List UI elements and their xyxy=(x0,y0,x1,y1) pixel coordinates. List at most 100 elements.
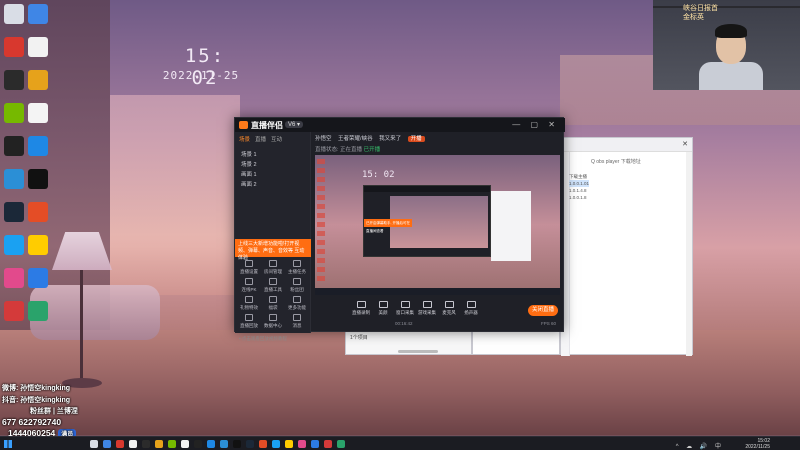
system-tray-icons[interactable]: ^ ☁ 🔊 中 xyxy=(676,441,724,450)
streaming-app-window[interactable]: 直播伴侣 V6 ▾ — ▢ ✕ 场景 直播 互动 场景 1 场景 2 画面 1 … xyxy=(234,117,565,341)
promo-banner[interactable]: 上线三大新增功能啦!打开视频、弹幕、声音、音效等 互动体验 xyxy=(235,239,311,261)
result-line[interactable]: 1.0.0.1.8 xyxy=(569,194,589,201)
taskbar-app-pink-icon[interactable] xyxy=(298,440,306,448)
taskbar-kugou-icon[interactable] xyxy=(207,440,215,448)
yy-icon[interactable] xyxy=(28,235,48,255)
explorer-window[interactable]: 1个项目 xyxy=(345,330,472,355)
tool-button[interactable]: 直播回放 xyxy=(237,314,261,329)
taskbar-app-t-icon[interactable] xyxy=(324,440,332,448)
taskbar-app-g-icon[interactable] xyxy=(337,440,345,448)
file-icon[interactable] xyxy=(28,37,48,57)
bottom-tool-button[interactable]: 游戏采集 xyxy=(417,301,437,316)
recycle-bin-icon[interactable] xyxy=(4,4,24,24)
taskbar-nvidia-icon[interactable] xyxy=(168,440,176,448)
taskbar-chrome-icon[interactable] xyxy=(155,440,163,448)
webcam-shelf xyxy=(653,6,800,8)
taskbar-steam-icon[interactable] xyxy=(246,440,254,448)
app-logo-icon xyxy=(239,121,248,129)
webcam-person-hair xyxy=(715,24,747,38)
taskbar-network-icon[interactable] xyxy=(103,440,111,448)
close-icon[interactable]: ✕ xyxy=(682,140,688,148)
bottom-tool-label: 窗口采集 xyxy=(396,310,414,315)
nvidia-icon[interactable] xyxy=(4,103,24,123)
bottom-tool-button[interactable]: 窗口采集 xyxy=(395,301,415,316)
go-live-chip[interactable]: 开播 xyxy=(407,136,425,142)
taskbar-app-dark-icon[interactable] xyxy=(194,440,202,448)
app-sky-icon[interactable] xyxy=(28,268,48,288)
app-pink-icon[interactable] xyxy=(4,268,24,288)
preview-desktop-icons xyxy=(317,159,325,284)
preview-nested-window xyxy=(491,191,531,261)
app-version-dropdown[interactable]: V6 ▾ xyxy=(285,121,304,128)
doc-icon[interactable] xyxy=(28,103,48,123)
taskbar-recycle-bin-icon[interactable] xyxy=(90,440,98,448)
stop-live-button[interactable]: 关闭直播 xyxy=(528,305,558,316)
tab-scenes[interactable]: 场景 xyxy=(239,135,250,143)
stream-preview[interactable]: 15: 02 已开启弹幕助手, 开播后可在直播间查看 xyxy=(315,155,560,295)
start-icon[interactable] xyxy=(4,440,12,448)
taskbar-qq-icon[interactable] xyxy=(272,440,280,448)
taskbar: ^ ☁ 🔊 中 15:02 2022/11/25 xyxy=(0,436,800,450)
browser-titlebar[interactable] xyxy=(561,138,692,152)
taskbar-file-icon[interactable] xyxy=(129,440,137,448)
window-controls[interactable]: — ▢ ✕ xyxy=(512,120,559,129)
kugou-icon[interactable] xyxy=(28,136,48,156)
explorer-scrollbar[interactable] xyxy=(398,350,438,353)
tab-interact[interactable]: 互动 xyxy=(271,135,282,143)
edge-icon[interactable] xyxy=(4,169,24,189)
taskbar-app-red-icon[interactable] xyxy=(116,440,124,448)
tool-button[interactable]: 福袋 xyxy=(261,296,285,311)
browser-scrollbar[interactable] xyxy=(686,152,692,356)
result-line-selected[interactable]: 1.0.0.1.01 xyxy=(569,180,590,187)
tool-button[interactable]: 连线PK xyxy=(237,278,261,293)
bottom-tool-button[interactable]: 麦克风 xyxy=(439,301,459,316)
app-k-icon[interactable] xyxy=(28,169,48,189)
app-titlebar[interactable]: 直播伴侣 V6 ▾ — ▢ ✕ xyxy=(235,118,565,132)
taskbar-app-sky-icon[interactable] xyxy=(311,440,319,448)
result-line[interactable]: 下载主播 xyxy=(569,173,589,180)
tool-button[interactable]: 粉丝团 xyxy=(285,278,309,293)
scene-item[interactable]: 画面 1 xyxy=(241,170,257,178)
live-title[interactable]: 我又来了 xyxy=(379,136,401,142)
bag-icon xyxy=(269,296,277,303)
steam-icon[interactable] xyxy=(4,202,24,222)
taskbar-app-k-icon[interactable] xyxy=(233,440,241,448)
tool-button[interactable]: 数据中心 xyxy=(261,314,285,329)
taskbar-yy-icon[interactable] xyxy=(285,440,293,448)
tool-button[interactable]: 房间管理 xyxy=(261,260,285,275)
tool-button[interactable]: 主播任务 xyxy=(285,260,309,275)
taskbar-doc-icon[interactable] xyxy=(181,440,189,448)
scene-item[interactable]: 场景 1 xyxy=(241,150,257,158)
bottom-tool-button[interactable]: 直播录制 xyxy=(351,301,371,316)
wegame-icon[interactable] xyxy=(28,202,48,222)
bottom-tool-label: 直播录制 xyxy=(352,310,370,315)
app-t-icon[interactable] xyxy=(4,301,24,321)
taskbar-wegame-icon[interactable] xyxy=(259,440,267,448)
browser-search-input[interactable]: Q obs player 下载地址 xyxy=(591,158,641,165)
scene-item[interactable]: 场景 2 xyxy=(241,160,257,168)
bottom-tool-button[interactable]: 美颜 xyxy=(373,301,393,316)
browser-window[interactable]: ✕ Q obs player 下载地址 下载主播 1.0.0.1.01 1.0.… xyxy=(560,137,693,356)
app-red-icon[interactable] xyxy=(4,37,24,57)
settings-icon xyxy=(245,260,253,267)
network-icon[interactable] xyxy=(28,4,48,24)
tool-button[interactable]: 消息 xyxy=(285,314,309,329)
tool-button[interactable]: 礼物特效 xyxy=(237,296,261,311)
taskbar-obs-icon[interactable] xyxy=(142,440,150,448)
taskbar-edge-icon[interactable] xyxy=(220,440,228,448)
bottom-tool-button[interactable]: 扬声器 xyxy=(461,301,481,316)
taskbar-clock[interactable]: 15:02 2022/11/25 xyxy=(745,438,770,450)
scene-item[interactable]: 画面 2 xyxy=(241,180,257,188)
chrome-icon[interactable] xyxy=(28,70,48,90)
tool-button[interactable]: 更多功能 xyxy=(285,296,309,311)
live-category[interactable]: 王者荣耀/峡谷 xyxy=(338,136,373,142)
qq-icon[interactable] xyxy=(4,235,24,255)
app-dark-icon[interactable] xyxy=(4,136,24,156)
app-g-icon[interactable] xyxy=(28,301,48,321)
obs-icon[interactable] xyxy=(4,70,24,90)
tool-button[interactable]: 直播工具 xyxy=(261,278,285,293)
tab-live[interactable]: 直播 xyxy=(255,135,266,143)
tool-button[interactable]: 直播设置 xyxy=(237,260,261,275)
result-line[interactable]: 1.0.1.4.8 xyxy=(569,187,589,194)
tutorial-link[interactable]: • 点击观看回放视频教程 xyxy=(239,336,287,342)
